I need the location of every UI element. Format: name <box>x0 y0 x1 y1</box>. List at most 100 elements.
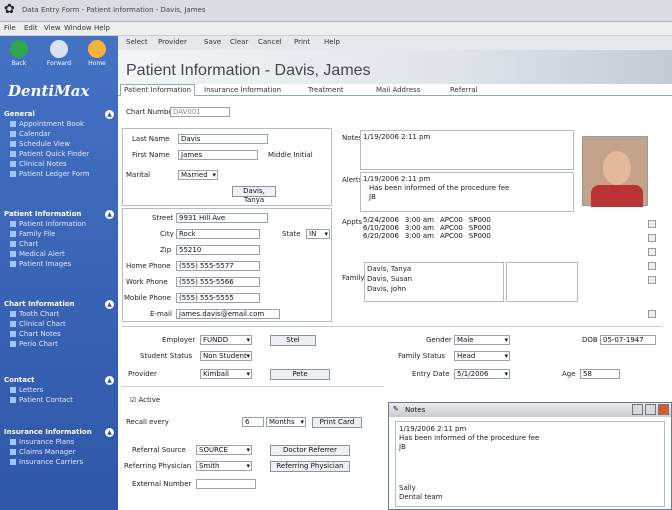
menu-file[interactable]: File <box>4 24 16 32</box>
side-tool-icon[interactable] <box>648 276 656 284</box>
section-title[interactable]: Chart Information <box>2 300 114 308</box>
tab-patient-information[interactable]: Patient Information <box>120 84 196 96</box>
collapse-icon[interactable]: ▲ <box>105 428 114 437</box>
city-field[interactable]: Rock <box>176 229 260 239</box>
sidebar-item[interactable]: Letters <box>2 386 114 394</box>
section-title[interactable]: General <box>2 110 114 118</box>
side-tool-icon[interactable] <box>648 234 656 242</box>
recall-unit-select[interactable]: Months <box>266 417 306 427</box>
print-button[interactable]: Print <box>294 38 310 46</box>
sidebar-item[interactable]: Medical Alert <box>2 250 114 258</box>
menu-edit[interactable]: Edit <box>24 24 38 32</box>
list-item[interactable]: Davis, John <box>367 285 406 293</box>
notes-box[interactable]: 1/19/2006 2:11 pm <box>360 130 574 170</box>
sidebar-item[interactable]: Perio Chart <box>2 340 114 348</box>
chart-number-field[interactable]: DAV001 <box>170 107 230 117</box>
student-status-select[interactable]: Non Student <box>200 351 252 361</box>
sidebar-item[interactable]: Insurance Plans <box>2 438 114 446</box>
referring-physician-select[interactable]: Smith <box>196 461 252 471</box>
sidebar-item[interactable]: Patient Contact <box>2 396 114 404</box>
gender-select[interactable]: Male <box>454 335 510 345</box>
sidebar-item[interactable]: Claims Manager <box>2 448 114 456</box>
doctor-referrer-button[interactable]: Doctor Referrer <box>270 445 350 456</box>
referring-physician-button[interactable]: Referring Physician <box>270 461 350 472</box>
family-status-select[interactable]: Head <box>454 351 510 361</box>
print-card-button[interactable]: Print Card <box>312 417 362 428</box>
sidebar-item[interactable]: Calendar <box>2 130 114 138</box>
dob-field[interactable]: 05-07-1947 <box>600 335 656 345</box>
sidebar-item[interactable]: Patient Images <box>2 260 114 268</box>
collapse-icon[interactable]: ▲ <box>105 376 114 385</box>
spouse-button[interactable]: Davis, Tanya <box>232 186 276 204</box>
maximize-icon[interactable] <box>645 404 656 415</box>
back-button[interactable]: Back <box>4 40 34 67</box>
marital-select[interactable]: Married <box>178 170 218 180</box>
employer-button[interactable]: Stel <box>270 335 316 346</box>
email-field[interactable]: james.davis@email.com <box>176 309 280 319</box>
work-phone-field[interactable]: (555) 555-5566 <box>176 277 260 287</box>
collapse-icon[interactable]: ▲ <box>105 210 114 219</box>
save-button[interactable]: Save <box>204 38 221 46</box>
menu-window[interactable]: Window <box>64 24 92 32</box>
section-title[interactable]: Patient Information <box>2 210 114 218</box>
home-button[interactable]: Home <box>82 40 112 67</box>
collapse-icon[interactable]: ▲ <box>105 300 114 309</box>
side-tool-icon[interactable] <box>648 262 656 270</box>
age-field[interactable]: 58 <box>580 369 620 379</box>
tab-treatment[interactable]: Treatment <box>308 86 344 94</box>
street-field[interactable]: 9931 Hill Ave <box>176 213 268 223</box>
tab-insurance-information[interactable]: Insurance Information <box>204 86 281 94</box>
table-row[interactable]: 6/20/2006 3:00 am APC00 SP000 <box>360 232 494 240</box>
section-title[interactable]: Contact <box>2 376 114 384</box>
sidebar-item[interactable]: Appointment Book <box>2 120 114 128</box>
tab-mail-address[interactable]: Mail Address <box>376 86 420 94</box>
cancel-button[interactable]: Cancel <box>258 38 282 46</box>
side-tool-icon[interactable] <box>648 248 656 256</box>
list-item[interactable]: Davis, Susan <box>367 275 412 283</box>
active-checkbox[interactable]: ☑ Active <box>130 396 160 404</box>
recall-months-stepper[interactable]: 6 <box>242 417 264 427</box>
employer-select[interactable]: FUNDD <box>200 335 252 345</box>
provider-button[interactable]: Pete <box>270 369 330 380</box>
mobile-phone-field[interactable]: (555) 555-5555 <box>176 293 260 303</box>
popup-title-bar[interactable]: Notes ✎ <box>389 403 671 417</box>
section-title[interactable]: Insurance Information <box>2 428 114 436</box>
clear-button[interactable]: Clear <box>230 38 248 46</box>
alerts-box[interactable]: 1/19/2006 2:11 pm Has been informed of t… <box>360 172 574 212</box>
close-icon[interactable] <box>658 404 669 415</box>
list-item[interactable]: Davis, Tanya <box>367 265 411 273</box>
table-row[interactable]: 6/10/2006 3:00 am APC00 SP000 <box>360 224 494 232</box>
first-name-field[interactable]: James <box>178 150 258 160</box>
patient-photo[interactable] <box>582 136 648 207</box>
home-phone-field[interactable]: (555) 555-5577 <box>176 261 260 271</box>
state-select[interactable]: IN <box>306 229 330 239</box>
referral-source-select[interactable]: SOURCE <box>196 445 252 455</box>
sidebar-item[interactable]: Insurance Carriers <box>2 458 114 466</box>
sidebar-item[interactable]: Chart Notes <box>2 330 114 338</box>
last-name-field[interactable]: Davis <box>178 134 268 144</box>
menu-view[interactable]: View <box>44 24 61 32</box>
menu-help[interactable]: Help <box>94 24 110 32</box>
table-row[interactable]: 5/24/2006 3:00 am APC00 SP000 <box>360 216 494 224</box>
sidebar-item[interactable]: Clinical Notes <box>2 160 114 168</box>
provider-button[interactable]: Provider <box>158 38 187 46</box>
provider-select[interactable]: Kimball <box>200 369 252 379</box>
minimize-icon[interactable] <box>632 404 643 415</box>
side-tool-icon[interactable] <box>648 220 656 228</box>
forward-button[interactable]: Forward <box>44 40 74 67</box>
external-number-field[interactable] <box>196 479 256 489</box>
zip-field[interactable]: 55210 <box>176 245 260 255</box>
tab-referral[interactable]: Referral <box>450 86 478 94</box>
sidebar-item[interactable]: Family File <box>2 230 114 238</box>
sidebar-item[interactable]: Patient Quick Finder <box>2 150 114 158</box>
help-button[interactable]: Help <box>324 38 340 46</box>
sidebar-item[interactable]: Patient Ledger Form <box>2 170 114 178</box>
sidebar-item[interactable]: Clinical Chart <box>2 320 114 328</box>
sidebar-item[interactable]: Schedule View <box>2 140 114 148</box>
sidebar-item[interactable]: Tooth Chart <box>2 310 114 318</box>
entry-date-field[interactable]: 5/1/2006 <box>454 369 510 379</box>
select-button[interactable]: Select <box>126 38 148 46</box>
sidebar-item[interactable]: Patient Information <box>2 220 114 228</box>
popup-notes-area[interactable]: 1/19/2006 2:11 pm Has been informed of t… <box>395 421 665 507</box>
lock-icon[interactable] <box>648 310 656 318</box>
